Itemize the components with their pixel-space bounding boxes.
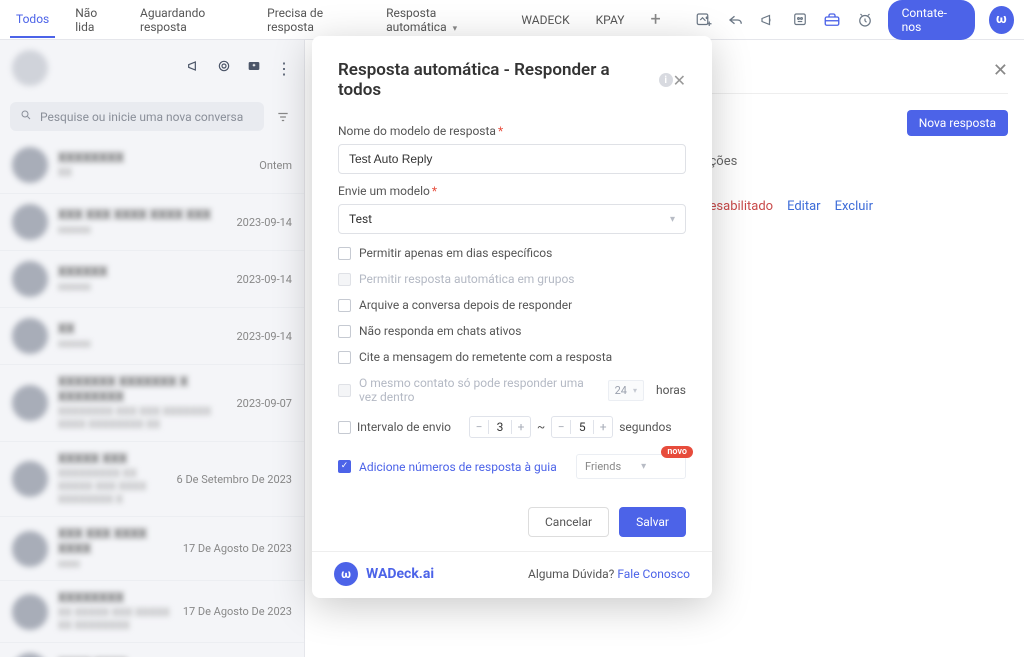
send-template-value: Test bbox=[349, 212, 372, 226]
once-within-hours-select[interactable]: 24 ▾ bbox=[608, 380, 644, 401]
cancel-button[interactable]: Cancelar bbox=[528, 507, 609, 537]
modal-brand-footer: ω WADeck.ai Alguma Dúvida? Fale Conosco bbox=[312, 551, 712, 598]
interval-row: Intervalo de envio − 3 + ~ − 5 + segundo… bbox=[338, 416, 686, 438]
template-name-input[interactable] bbox=[338, 144, 686, 174]
modal-overlay: Resposta automática - Responder a todos … bbox=[0, 0, 1024, 657]
novo-badge: novo bbox=[661, 446, 693, 458]
checkbox-icon bbox=[338, 273, 351, 286]
checkbox-archive[interactable]: Arquive a conversa depois de responder bbox=[338, 298, 686, 312]
interval-to-value: 5 bbox=[570, 420, 594, 434]
modal-footer: Cancelar Salvar bbox=[312, 489, 712, 551]
checkbox-no-active-chats[interactable]: Não responda em chats ativos bbox=[338, 324, 686, 338]
interval-label: Intervalo de envio bbox=[357, 420, 451, 434]
save-button[interactable]: Salvar bbox=[619, 507, 686, 537]
modal-title: Resposta automática - Responder a todos … bbox=[338, 60, 673, 100]
checkbox-icon[interactable] bbox=[338, 460, 351, 473]
checkbox-label: O mesmo contato só pode responder uma ve… bbox=[359, 376, 596, 404]
checkbox-specific-days[interactable]: Permitir apenas em dias específicos bbox=[338, 246, 686, 260]
checkbox-icon bbox=[338, 247, 351, 260]
checkbox-once-within: O mesmo contato só pode responder uma ve… bbox=[338, 376, 686, 404]
interval-to-stepper[interactable]: − 5 + bbox=[551, 416, 613, 438]
increment-button[interactable]: + bbox=[594, 420, 612, 434]
send-template-select[interactable]: Test ▾ bbox=[338, 204, 686, 234]
brand-name: WADeck.ai bbox=[366, 566, 434, 582]
add-numbers-label: Adicione números de resposta à guia bbox=[359, 460, 557, 474]
interval-from-value: 3 bbox=[488, 420, 512, 434]
decrement-button[interactable]: − bbox=[470, 420, 488, 434]
auto-reply-modal: Resposta automática - Responder a todos … bbox=[312, 36, 712, 598]
checkbox-label: Cite a mensagem do remetente com a respo… bbox=[359, 350, 612, 364]
info-icon[interactable]: i bbox=[659, 73, 673, 87]
decrement-button[interactable]: − bbox=[552, 420, 570, 434]
checkbox-label: Permitir resposta automática em grupos bbox=[359, 272, 575, 286]
checkbox-quote-message[interactable]: Cite a mensagem do remetente com a respo… bbox=[338, 350, 686, 364]
tilde-separator: ~ bbox=[537, 420, 545, 434]
label-template-name: Nome do modelo de resposta* bbox=[338, 124, 686, 138]
hours-unit: horas bbox=[656, 383, 686, 397]
doubt-text: Alguma Dúvida? bbox=[528, 567, 617, 581]
chevron-down-icon: ▾ bbox=[670, 214, 675, 225]
checkbox-icon bbox=[338, 325, 351, 338]
increment-button[interactable]: + bbox=[512, 420, 530, 434]
friends-value: Friends bbox=[585, 460, 621, 473]
checkbox-label: Não responda em chats ativos bbox=[359, 324, 521, 338]
contact-us-link[interactable]: Fale Conosco bbox=[617, 567, 690, 581]
checkbox-icon bbox=[338, 384, 351, 397]
checkbox-label: Arquive a conversa depois de responder bbox=[359, 298, 572, 312]
chevron-down-icon: ▾ bbox=[641, 461, 646, 472]
checkbox-icon bbox=[338, 351, 351, 364]
friends-tab-select[interactable]: Friends ▾ novo bbox=[576, 454, 686, 479]
modal-title-text: Resposta automática - Responder a todos bbox=[338, 60, 655, 100]
interval-unit: segundos bbox=[619, 420, 671, 434]
wadeck-logo-icon: ω bbox=[334, 562, 358, 586]
checkbox-groups: Permitir resposta automática em grupos bbox=[338, 272, 686, 286]
interval-from-stepper[interactable]: − 3 + bbox=[469, 416, 531, 438]
chevron-down-icon: ▾ bbox=[633, 386, 637, 395]
checkbox-icon[interactable] bbox=[338, 421, 351, 434]
label-send-template: Envie um modelo* bbox=[338, 184, 686, 198]
hours-value: 24 bbox=[615, 384, 627, 397]
add-numbers-row: Adicione números de resposta à guia Frie… bbox=[338, 454, 686, 479]
checkbox-icon bbox=[338, 299, 351, 312]
checkbox-label: Permitir apenas em dias específicos bbox=[359, 246, 552, 260]
modal-close-icon[interactable]: ✕ bbox=[673, 71, 686, 90]
